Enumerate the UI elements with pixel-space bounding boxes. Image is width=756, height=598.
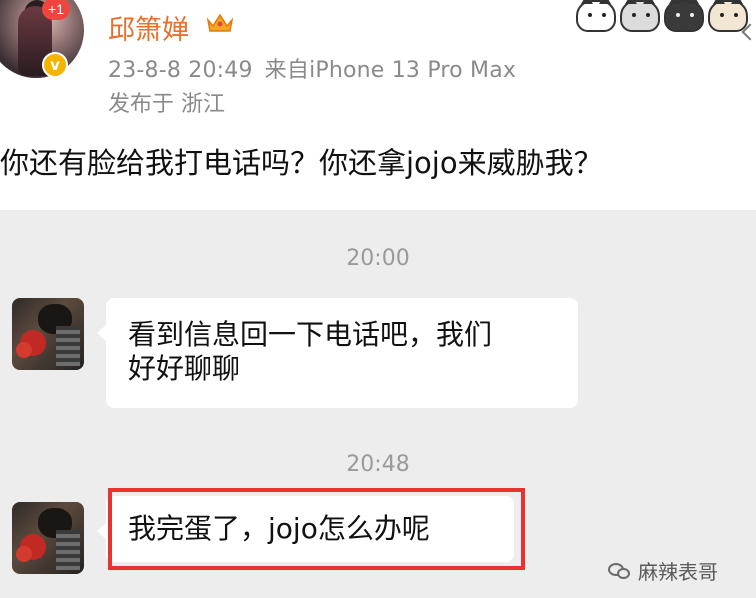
cat-sticker-icon [576, 0, 756, 40]
contact-avatar[interactable] [12, 502, 84, 574]
wechat-icon [608, 561, 632, 581]
message-text: 我完蛋了，jojo怎么办呢 [128, 512, 430, 545]
contact-avatar[interactable] [12, 298, 84, 370]
watermark-text: 麻辣表哥 [638, 560, 718, 584]
message-bubble: 看到信息回一下电话吧，我们 好好聊聊 [97, 298, 578, 408]
message-bubble: 我完蛋了，jojo怎么办呢 [97, 496, 514, 562]
post-datetime: 23-8-8 20:49 [108, 58, 253, 83]
username[interactable]: 邱箫婵 [108, 8, 189, 47]
cat-sticker-white-icon [576, 0, 616, 32]
post-text: 你还有脸给我打电话吗？你还拿jojo来威胁我？ [0, 146, 603, 180]
post-device: 来自iPhone 13 Pro Max [264, 58, 517, 83]
user-avatar[interactable]: +1 v [0, 0, 84, 78]
cat-sticker-grey-icon [620, 0, 660, 32]
verified-icon: v [42, 52, 68, 78]
post-location: 发布于 浙江 [108, 92, 225, 117]
watermark: 麻辣表哥 [608, 556, 718, 585]
weibo-post: +1 v 邱箫婵 23-8-8 20:49 来自iPhone 13 Pro Max… [0, 0, 756, 210]
crown-icon [206, 13, 234, 32]
chat-timestamp: 20:00 [346, 246, 410, 271]
post-meta: 23-8-8 20:49 来自iPhone 13 Pro Max [108, 52, 516, 84]
chat-timestamp: 20:48 [346, 452, 410, 477]
cat-sticker-siamese-icon [708, 0, 748, 32]
notification-badge: +1 [42, 0, 70, 20]
cat-sticker-black-icon [664, 0, 704, 32]
chat-area: 20:00 看到信息回一下电话吧，我们 好好聊聊 20:48 我完蛋了，jojo… [0, 210, 756, 598]
